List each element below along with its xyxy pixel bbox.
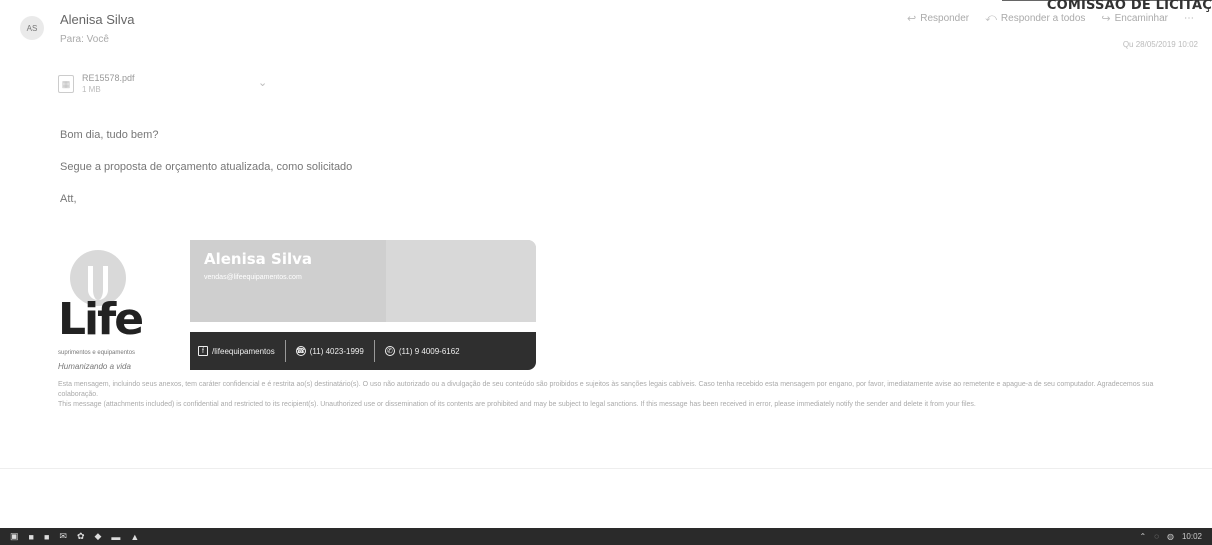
whatsapp-contact[interactable]: ✆ (11) 9 4009-6162 [384,346,460,356]
mail-icon[interactable]: ✉ [59,531,67,542]
email-actions: ↩ Responder ⤺ Responder a todos ↪ Encami… [907,12,1194,25]
signature-name: Alenisa Silva [204,250,313,268]
attachment-name: RE15578.pdf [82,73,135,83]
disclaimer-pt: Esta mensagem, incluindo seus anexos, te… [58,381,1154,398]
facebook-contact[interactable]: f /lifeequipamentos [198,346,275,356]
folder-icon[interactable]: ■ [44,532,49,542]
sender-name[interactable]: Alenisa Silva [60,12,134,27]
reply-label: Responder [920,13,970,24]
reply-all-button[interactable]: ⤺ Responder a todos [985,12,1085,25]
reply-button[interactable]: ↩ Responder [907,12,969,25]
forward-icon: ↪ [1101,13,1111,25]
attachment-size: 1 MB [82,85,101,94]
facebook-icon: f [198,346,208,356]
file-icon: ▦ [58,75,74,93]
reply-all-label: Responder a todos [1000,13,1086,24]
email-body: Bom dia, tudo bem? Segue a proposta de o… [60,128,352,224]
disclaimer-en: This message (attachments included) is c… [58,401,976,408]
search-icon[interactable]: ■ [29,532,34,542]
life-logo: Life suprimentos e equipamentos Humaniza… [58,250,168,371]
taskbar-clock[interactable]: 10:02 [1182,532,1202,541]
message-date: Qu 28/05/2019 10:02 [1122,40,1198,49]
taskbar: ▣ ■ ■ ✉ ✿ ◆ ▬ ▲ ⌃ ◌ ◍ 10:02 [0,528,1212,545]
legal-disclaimer: Esta mensagem, incluindo seus anexos, te… [58,380,1188,410]
app-icon[interactable]: ▲ [130,532,139,542]
brand-wordmark: Life [58,294,144,345]
forward-label: Encaminhar [1114,13,1168,24]
windows-icon[interactable]: ▣ [10,531,19,542]
app-icon[interactable]: ▬ [111,532,120,542]
phone-icon: ☎ [295,346,306,356]
brand-tagline: suprimentos e equipamentos [58,350,136,356]
phone-number: (11) 4023-1999 [309,346,364,356]
closing-line: Att, [60,193,77,205]
more-icon[interactable]: ⋯ [1184,13,1194,24]
whatsapp-icon: ✆ [384,346,395,356]
phone-contact[interactable]: ☎ (11) 4023-1999 [295,346,364,356]
facebook-handle: /lifeequipamentos [212,346,275,356]
recipient-line: Para: Você [60,34,109,45]
message-line: Segue a proposta de orçamento atualizada… [60,161,353,173]
email-signature: Life suprimentos e equipamentos Humaniza… [58,240,538,376]
app-icon[interactable]: ◆ [94,531,101,542]
contact-divider [373,340,375,362]
settings-icon[interactable]: ✿ [77,531,85,542]
whatsapp-number: (11) 9 4009-6162 [398,346,460,356]
contact-bar: f /lifeequipamentos ☎ (11) 4023-1999 ✆ (… [190,332,536,370]
network-icon[interactable]: ◌ [1154,532,1159,541]
forward-button[interactable]: ↪ Encaminhar [1101,12,1168,25]
greeting-line: Bom dia, tudo bem? [60,129,159,141]
signature-banner: Alenisa Silva vendas@lifeequipamentos.co… [190,240,536,322]
signature-email[interactable]: vendas@lifeequipamentos.com [204,274,302,281]
volume-icon[interactable]: ◍ [1167,532,1174,541]
reply-icon: ↩ [907,13,917,25]
message-divider [0,468,1212,469]
attachment-item[interactable]: ▦ RE15578.pdf 1 MB ⌄ [58,68,278,100]
banner-decoration [386,240,536,322]
brand-script: Humanizando a vida [58,362,131,371]
reply-all-icon: ⤺ [985,12,997,24]
tray-chevron-icon[interactable]: ⌃ [1140,532,1147,541]
avatar[interactable]: AS [20,16,44,40]
email-header: AS Alenisa Silva Para: Você ↩ Responder … [20,10,1210,50]
chevron-down-icon[interactable]: ⌄ [258,76,267,89]
contact-divider [284,340,286,362]
